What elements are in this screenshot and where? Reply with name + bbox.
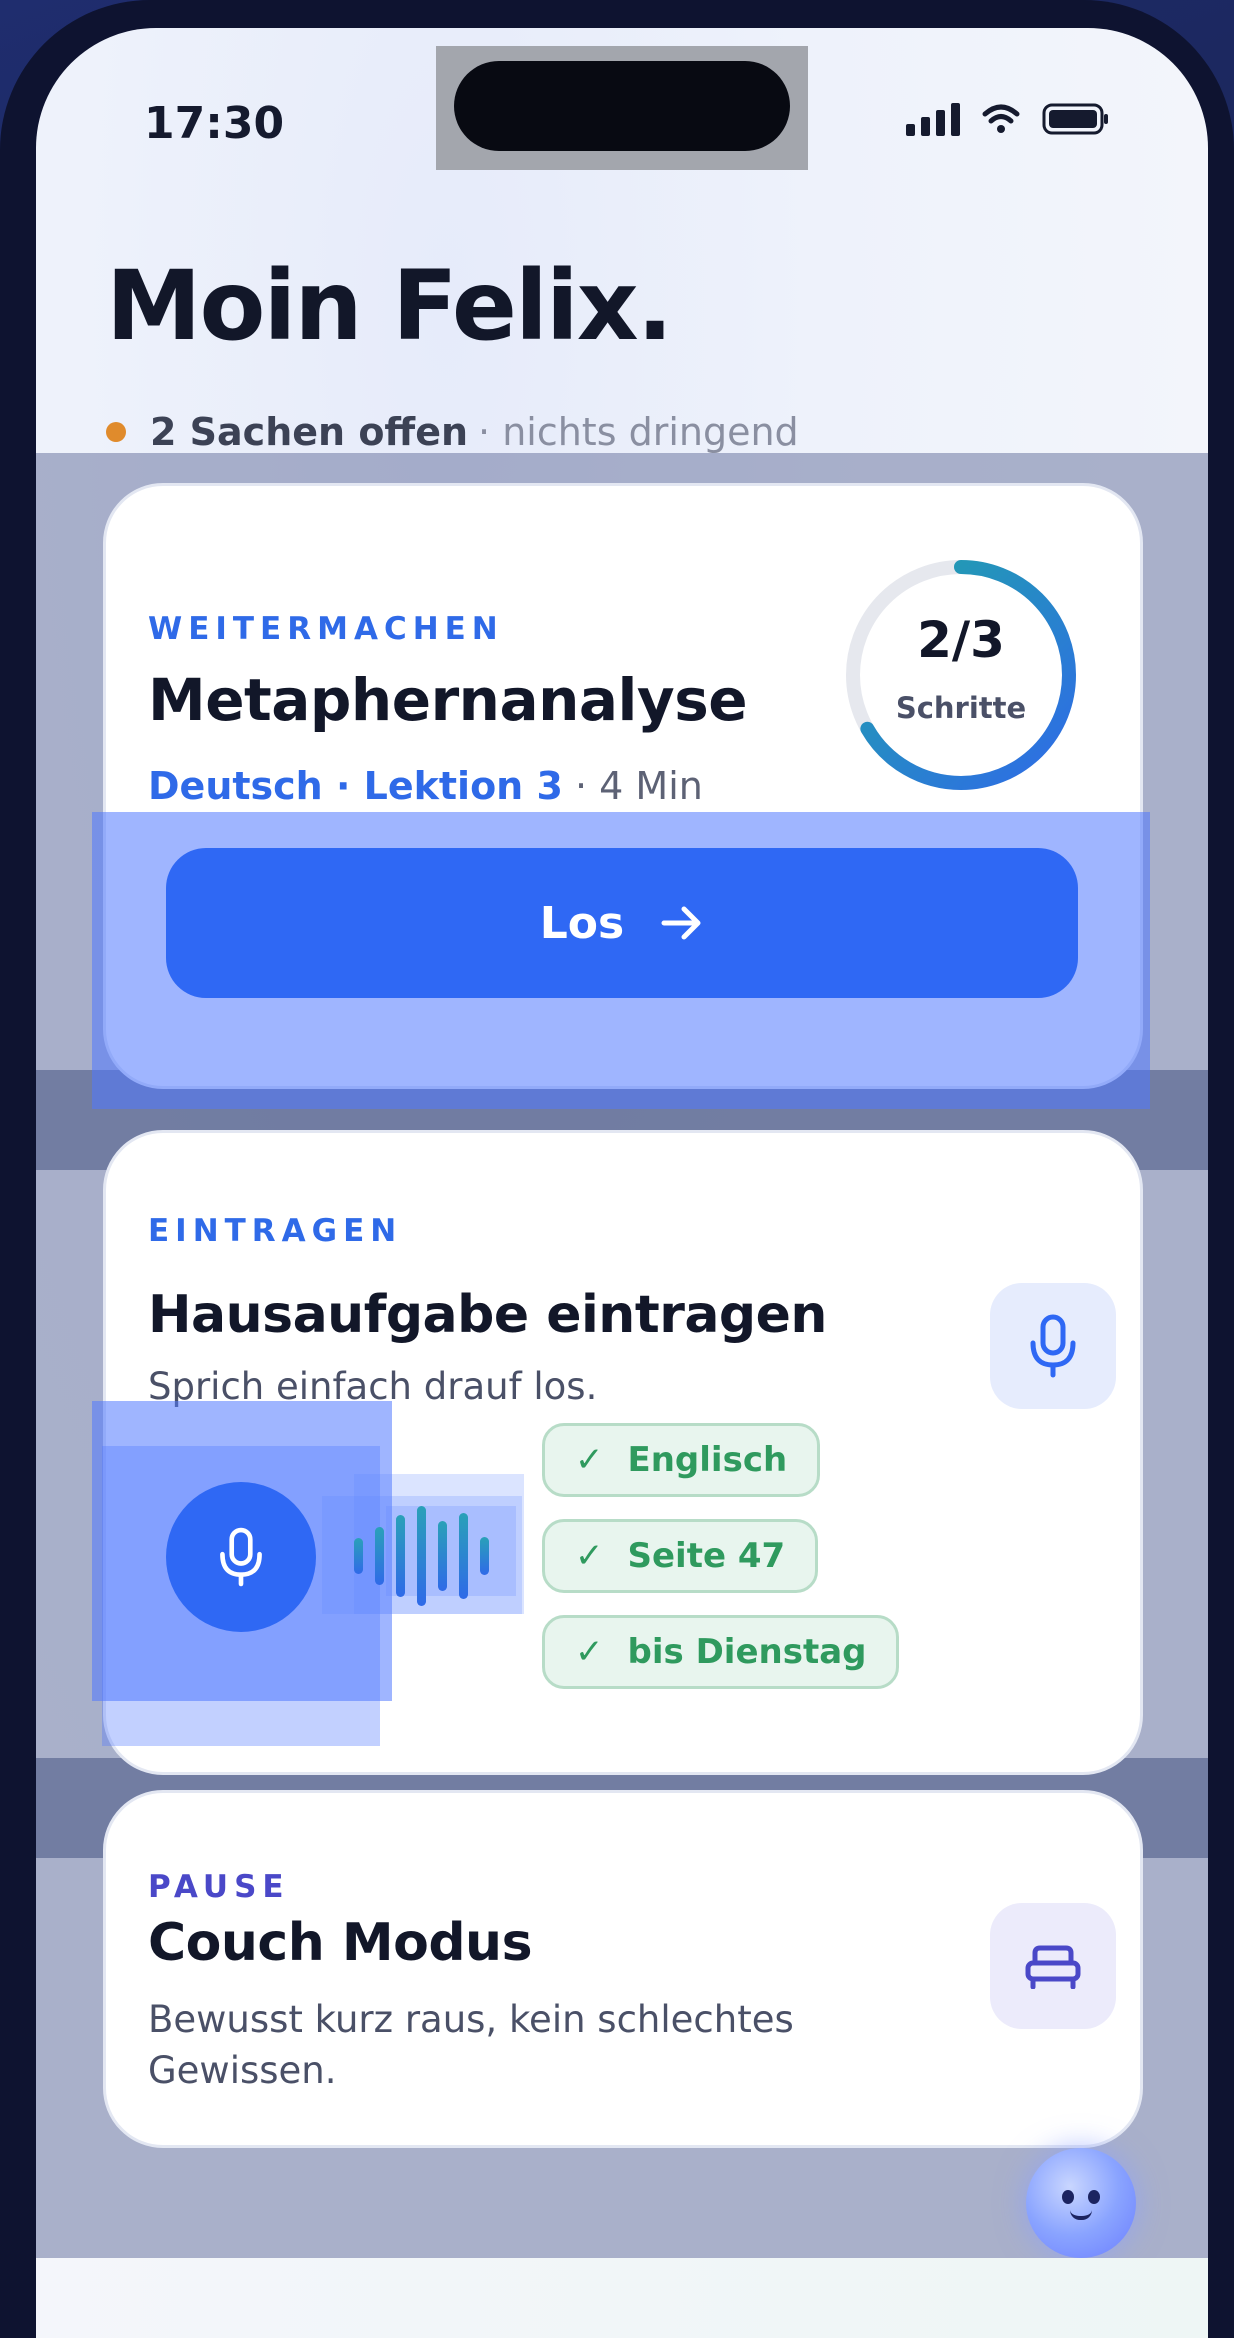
progress-caption: Schritte: [895, 691, 1027, 725]
entry-kicker: EINTRAGEN: [148, 1213, 403, 1249]
status-dot-icon: [106, 422, 126, 442]
pause-title: Couch Modus: [148, 1913, 533, 1973]
couch-mode-button[interactable]: [990, 1903, 1116, 2029]
audio-waveform-icon: [354, 1501, 489, 1611]
progress-label: 2/3: [917, 611, 1005, 669]
chip-due-date: ✓ bis Dienstag: [542, 1615, 900, 1689]
pause-description-line2: Gewissen.: [148, 2049, 337, 2092]
device-frame: 17:30 Moin Felix. 2 Sachen offen · nicht…: [0, 0, 1234, 2338]
pause-description-line1: Bewusst kurz raus, kein schlechtes: [148, 1998, 794, 2041]
lesson-duration: · 4 Min: [575, 764, 703, 808]
check-icon: ✓: [575, 1632, 604, 1672]
chip-label: Englisch: [627, 1440, 788, 1480]
couch-mode-card[interactable]: PAUSE Couch Modus Bewusst kurz raus, kei…: [103, 1790, 1143, 2148]
open-count: 2 Sachen offen: [150, 410, 469, 454]
arrow-right-icon: [661, 906, 701, 940]
start-button[interactable]: Los: [166, 848, 1078, 998]
pause-kicker: PAUSE: [148, 1869, 290, 1905]
chip-page: ✓ Seite 47: [542, 1519, 819, 1593]
entry-title: Hausaufgabe eintragen: [148, 1285, 827, 1345]
wifi-icon: [982, 104, 1020, 133]
open-note: · nichts dringend: [478, 410, 799, 454]
chip-label: Seite 47: [627, 1536, 786, 1576]
status-icons: [906, 102, 1110, 136]
voice-input-button[interactable]: [990, 1283, 1116, 1409]
record-button[interactable]: [166, 1482, 316, 1632]
lesson-meta: Deutsch · Lektion 3 · 4 Min: [148, 764, 703, 808]
battery-icon: [1042, 103, 1108, 135]
dynamic-island: [454, 61, 790, 151]
chip-subject: ✓ Englisch: [542, 1423, 821, 1497]
app-screen: 17:30 Moin Felix. 2 Sachen offen · nicht…: [36, 28, 1208, 2338]
status-time: 17:30: [144, 98, 285, 149]
brain-mascot-icon[interactable]: [1026, 2148, 1136, 2258]
continue-kicker: WEITERMACHEN: [148, 611, 504, 647]
progress-ring: [846, 560, 1076, 790]
greeting-title: Moin Felix.: [106, 250, 673, 362]
check-icon: ✓: [575, 1536, 604, 1576]
open-tasks-summary: 2 Sachen offen · nichts dringend: [106, 410, 799, 454]
mascot-eye: [1088, 2190, 1100, 2204]
couch-icon: [1025, 1945, 1081, 1989]
microphone-icon: [1030, 1314, 1076, 1378]
mascot-mouth: [1070, 2210, 1092, 2220]
start-button-label: Los: [539, 897, 625, 949]
lesson-title: Metaphernanalyse: [148, 666, 748, 734]
chip-label: bis Dienstag: [627, 1632, 867, 1672]
bottom-area: [36, 2258, 1208, 2338]
lesson-subject: Deutsch · Lektion 3: [148, 764, 563, 808]
check-icon: ✓: [575, 1440, 604, 1480]
microphone-icon: [220, 1527, 262, 1587]
cellular-signal-icon: [906, 102, 960, 136]
mascot-eye: [1062, 2190, 1074, 2204]
